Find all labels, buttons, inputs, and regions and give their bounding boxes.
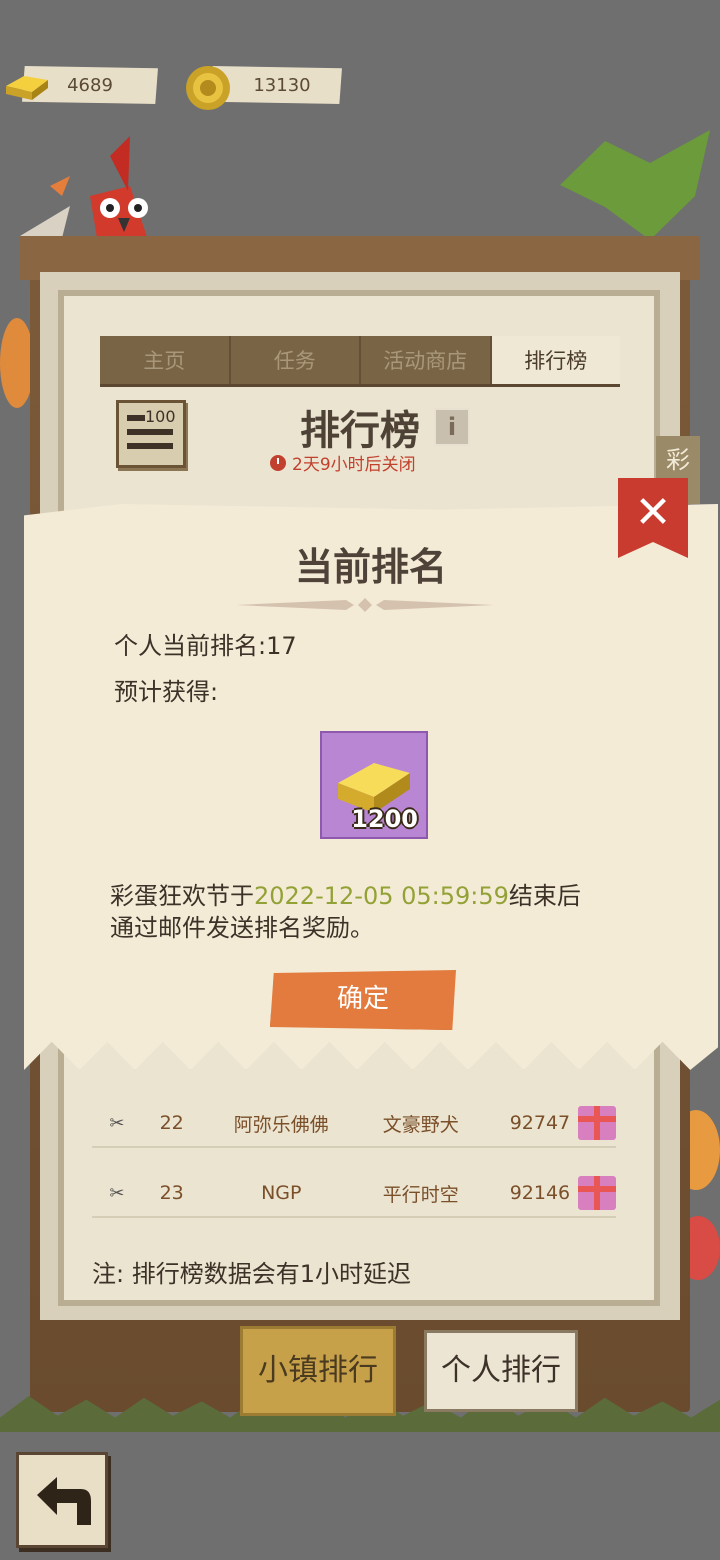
gold-bar-icon [6,76,48,100]
table-row[interactable]: ✂ 22 阿弥乐佛佛 文豪野犬 92747 [92,1100,616,1148]
ornament-divider [236,598,494,612]
coin-balance-value: 13130 [253,74,311,96]
leaf-decoration [560,130,710,240]
coin-icon [186,66,230,110]
tab-tasks[interactable]: 任务 [231,336,361,384]
scissors-icon: ✂ [109,1112,125,1134]
back-button[interactable] [16,1452,108,1548]
leaderboard-icon-text: 100 [145,407,176,426]
row-rank: 23 [159,1182,184,1204]
leaderboard-icon: 100 [116,400,186,468]
tab-home[interactable]: 主页 [100,336,231,384]
notice-suffix: 结束后 [508,882,581,910]
dialog-title: 当前排名 [294,545,447,589]
reward-amount: 1200 [351,805,418,833]
tab-event-shop[interactable]: 活动商店 [361,336,492,384]
scissors-icon: ✂ [109,1182,125,1204]
notice-prefix: 彩蛋狂欢节于 [110,882,254,910]
row-score: 92747 [509,1112,571,1134]
notice-line2: 通过邮件发送排名奖励。 [110,914,374,942]
close-timer-text: 2天9小时后关闭 [292,455,416,475]
gold-balance-value: 4689 [67,74,113,96]
row-rank: 22 [159,1112,184,1134]
row-town-name: 平行时空 [382,1183,459,1206]
town-ranking-button[interactable]: 小镇排行 [240,1326,396,1416]
delay-note: 注: 排行榜数据会有1小时延迟 [92,1260,411,1288]
tab-bar: 主页 任务 活动商店 排行榜 [100,336,620,384]
confirm-button[interactable]: 确定 [270,970,456,1030]
expected-reward-label: 预计获得: [114,678,219,706]
reward-notice: 彩蛋狂欢节于2022-12-05 05:59:59结束后 通过邮件发送排名奖励。 [110,880,630,944]
info-icon[interactable]: i [434,408,470,446]
table-row[interactable]: ✂ 23 NGP 平行时空 92146 [92,1170,616,1218]
row-score: 92146 [509,1182,571,1204]
gift-icon[interactable] [578,1176,616,1210]
tab-leaderboard[interactable]: 排行榜 [491,336,620,384]
personal-ranking-button[interactable]: 个人排行 [424,1330,578,1412]
gift-icon[interactable] [578,1106,616,1140]
row-player-name: 阿弥乐佛佛 [233,1113,329,1136]
row-town-name: 文豪野犬 [382,1113,459,1136]
back-arrow-icon [37,1477,91,1525]
notice-date: 2022-12-05 05:59:59 [254,882,509,910]
row-player-name: NGP [261,1182,302,1204]
clock-icon [270,454,286,471]
leaf-decoration [0,318,34,408]
current-rank-text: 个人当前排名:17 [114,632,297,660]
reward-item[interactable]: 1200 [320,731,428,839]
close-timer: 2天9小时后关闭 [270,450,450,475]
